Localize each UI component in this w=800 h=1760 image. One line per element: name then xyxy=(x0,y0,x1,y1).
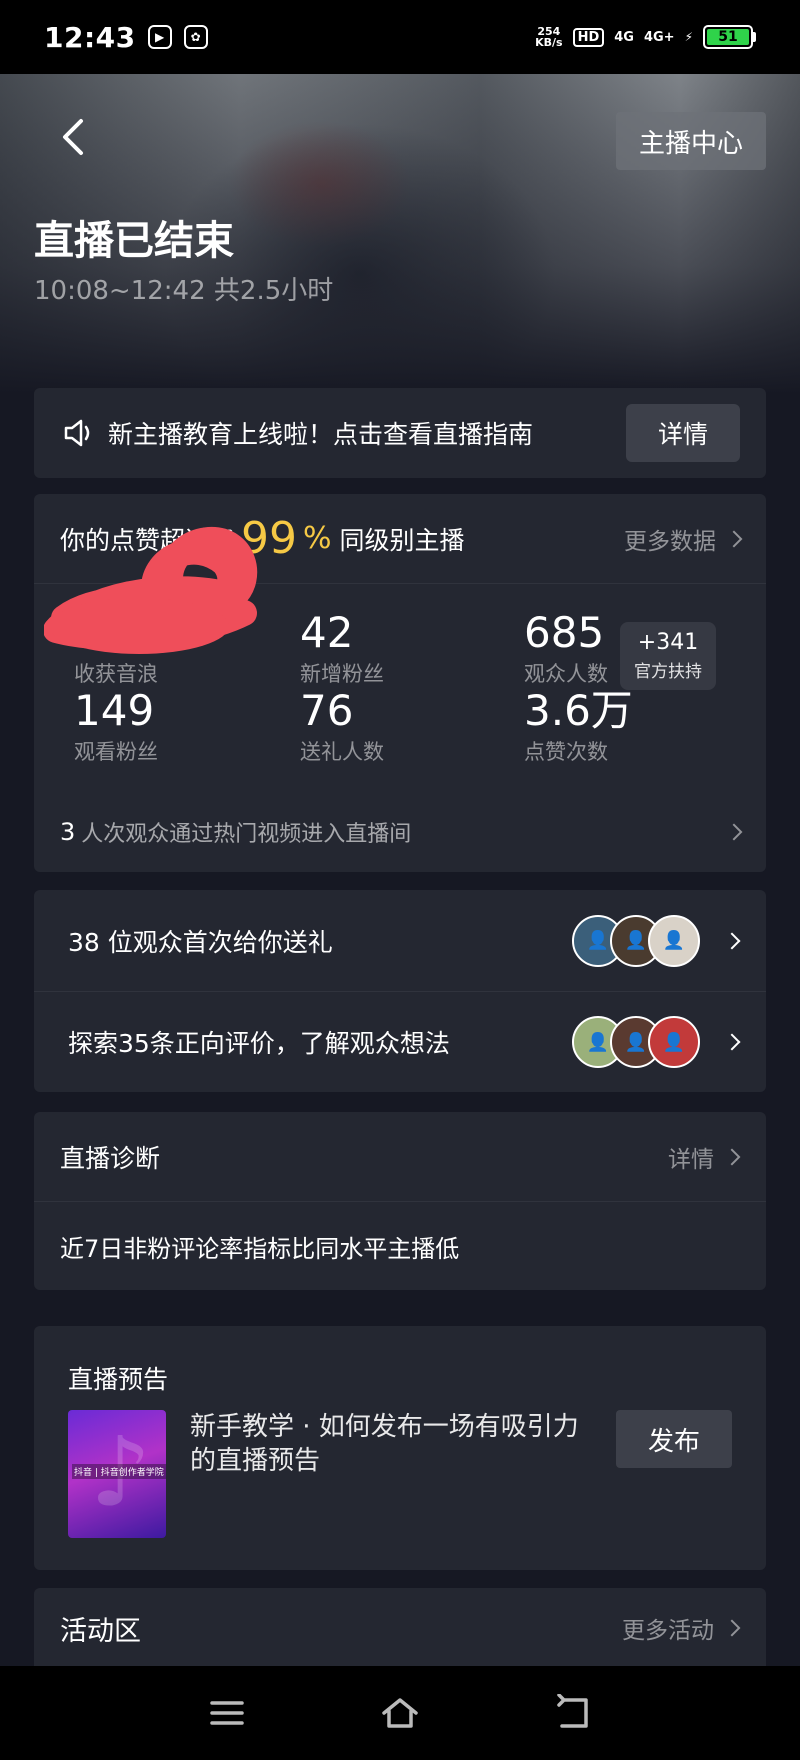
signal-icon: 4G xyxy=(614,29,634,45)
hot-video-entry-row[interactable]: 3 人次观众通过热门视频进入直播间 xyxy=(60,816,743,848)
net-speed: 254 KB/s xyxy=(535,25,563,49)
chevron-right-icon xyxy=(723,932,741,949)
page-title: 直播已结束 xyxy=(34,218,234,264)
stat-follower-views[interactable]: 149 观看粉丝 xyxy=(74,688,158,766)
thumbnail-label: 抖音 | 抖音创作者学院 xyxy=(72,1464,166,1479)
diagnosis-detail-label: 详情 xyxy=(668,1146,714,1173)
notice-text: 新主播教育上线啦！点击查看直播指南 xyxy=(108,420,534,449)
activity-card[interactable]: 活动区 更多活动 xyxy=(34,1588,766,1668)
live-duration: 10:08~12:42 共2.5小时 xyxy=(34,276,334,306)
preview-description[interactable]: 新手教学 · 如何发布一场有吸引力的直播预告 xyxy=(190,1410,580,1478)
chevron-left-icon xyxy=(63,119,83,155)
stat-gift-givers[interactable]: 76 送礼人数 xyxy=(300,688,384,766)
back-nav-button[interactable] xyxy=(543,1683,603,1743)
avatar-stack: 👤 👤 👤 xyxy=(572,1016,700,1068)
first-gift-text: 38 位观众首次给你送礼 xyxy=(68,927,333,957)
more-activities-label: 更多活动 xyxy=(622,1618,714,1644)
stat-label: 点赞次数 xyxy=(524,740,608,764)
stat-value: 149 xyxy=(74,686,155,735)
audience-card: 38 位观众首次给你送礼 👤 👤 👤 探索35条正向评价，了解观众想法 👤 👤 … xyxy=(34,890,766,1092)
stats-percent-symbol: % xyxy=(303,521,332,556)
anchor-center-button[interactable]: 主播中心 xyxy=(616,112,766,170)
video-app-icon: ▶ xyxy=(147,25,172,49)
stat-viewers[interactable]: 685 观众人数 xyxy=(524,610,608,688)
stat-value: 76 xyxy=(300,686,354,735)
chevron-right-icon xyxy=(723,1619,741,1637)
stat-value: 685 xyxy=(524,608,605,657)
menu-icon xyxy=(209,1701,244,1725)
preview-thumbnail[interactable]: ♪ 抖音 | 抖音创作者学院 xyxy=(68,1410,166,1538)
avatar: 👤 xyxy=(648,1016,700,1068)
positive-review-row[interactable]: 探索35条正向评价，了解观众想法 👤 👤 👤 xyxy=(34,991,766,1092)
live-preview-card: 直播预告 ♪ 抖音 | 抖音创作者学院 新手教学 · 如何发布一场有吸引力的直播… xyxy=(34,1326,766,1570)
stats-header-suffix: 同级别主播 xyxy=(339,525,465,555)
home-button[interactable] xyxy=(370,1683,430,1743)
speaker-icon xyxy=(64,419,90,447)
support-value: +341 xyxy=(637,630,699,655)
more-data-label: 更多数据 xyxy=(624,528,716,555)
stat-new-followers[interactable]: 42 新增粉丝 xyxy=(300,610,384,688)
stat-value: 3.6万 xyxy=(524,686,633,735)
hd-icon: HD xyxy=(572,27,605,47)
publish-button[interactable]: 发布 xyxy=(616,1410,732,1468)
hot-count: 3 xyxy=(60,818,76,846)
redaction-scribble xyxy=(44,527,258,654)
status-time: 12:43 xyxy=(44,20,136,54)
stat-value: 42 xyxy=(300,608,354,657)
stats-card: 你的点赞超过了 99 % 同级别主播 更多数据 2 收获音浪 42 新增粉丝 6… xyxy=(34,494,766,872)
more-activities-link[interactable]: 更多活动 xyxy=(622,1611,741,1645)
notice-detail-button[interactable]: 详情 xyxy=(626,404,740,462)
notice-banner[interactable]: 新主播教育上线啦！点击查看直播指南 详情 xyxy=(34,388,766,478)
avatar-stack: 👤 👤 👤 xyxy=(572,914,700,967)
diagnosis-header[interactable]: 直播诊断 详情 xyxy=(34,1112,766,1202)
hot-text: 人次观众通过热门视频进入直播间 xyxy=(81,822,412,847)
back-button[interactable] xyxy=(52,112,92,162)
support-label: 官方扶持 xyxy=(634,662,702,682)
system-nav-bar xyxy=(0,1666,800,1760)
first-gift-row[interactable]: 38 位观众首次给你送礼 👤 👤 👤 xyxy=(34,890,766,991)
official-support-badge: +341 官方扶持 xyxy=(620,622,716,690)
activity-title: 活动区 xyxy=(60,1615,141,1647)
home-icon xyxy=(382,1698,418,1728)
stat-label: 送礼人数 xyxy=(300,740,384,764)
avatar: 👤 xyxy=(648,914,700,967)
stat-label: 新增粉丝 xyxy=(300,662,384,686)
positive-review-text: 探索35条正向评价，了解观众想法 xyxy=(68,1029,450,1058)
more-data-link[interactable]: 更多数据 xyxy=(624,522,743,556)
status-bar: 12:43 ▶ ✿ 254 KB/s HD 4G 4G+ ⚡ 51 xyxy=(0,0,800,74)
return-icon xyxy=(557,1694,589,1728)
charging-icon: ⚡ xyxy=(684,30,693,44)
battery-level: 51 xyxy=(707,29,749,45)
diagnosis-card: 直播诊断 详情 近7日非粉评论率指标比同水平主播低 xyxy=(34,1112,766,1290)
menu-button[interactable] xyxy=(197,1683,257,1743)
chevron-right-icon xyxy=(723,1033,741,1051)
chevron-right-icon xyxy=(725,530,743,547)
signal-plus-icon: 4G+ xyxy=(643,29,675,45)
chevron-right-icon xyxy=(723,1148,741,1165)
battery-icon: 51 xyxy=(703,25,756,49)
stat-likes[interactable]: 3.6万 点赞次数 xyxy=(524,688,633,766)
app-grid-icon: ✿ xyxy=(183,25,208,49)
chevron-right-icon xyxy=(725,823,743,841)
preview-title: 直播预告 xyxy=(68,1365,169,1394)
stat-label: 观看粉丝 xyxy=(74,740,158,764)
stat-label: 观众人数 xyxy=(524,662,608,686)
diagnosis-title: 直播诊断 xyxy=(60,1143,161,1173)
diagnosis-detail-link[interactable]: 详情 xyxy=(668,1140,741,1174)
diagnosis-body: 近7日非粉评论率指标比同水平主播低 xyxy=(60,1234,460,1263)
